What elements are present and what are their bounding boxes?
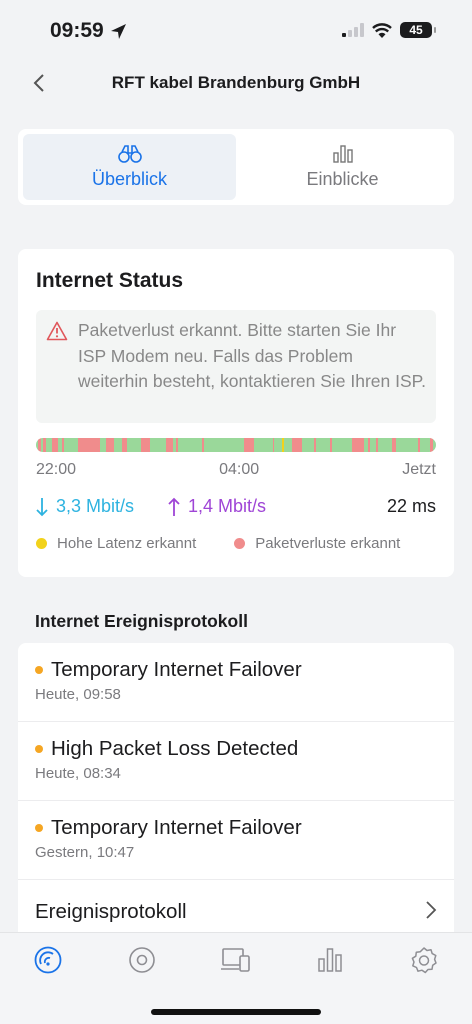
timeline-mid-label: 04:00 (219, 461, 260, 478)
packet-loss-marker (38, 438, 41, 452)
tab-internet[interactable] (26, 943, 70, 977)
legend-high-latency: Hohe Latenz erkannt (36, 535, 196, 552)
status-bar: 09:59 45 (0, 0, 472, 60)
internet-status-card: Internet Status Paketverlust erkannt. Bi… (18, 249, 454, 577)
event-status-dot (35, 666, 43, 674)
upload-speed: 1,4 Mbit/s (168, 496, 266, 517)
packet-loss-marker (314, 438, 316, 452)
settings-icon (411, 947, 437, 974)
tab-insights[interactable]: Einblicke (236, 134, 449, 200)
page-title: RFT kabel Brandenburg GmbH (111, 73, 361, 92)
event-item[interactable]: High Packet Loss Detected Heute, 08:34 (18, 722, 454, 801)
packet-loss-marker (106, 438, 114, 452)
event-time: Heute, 09:58 (35, 686, 121, 703)
tab-settings[interactable] (402, 943, 446, 977)
radar-icon (129, 947, 155, 973)
packet-loss-marker (176, 438, 178, 452)
packet-loss-marker (272, 438, 275, 452)
download-speed-value: 3,3 Mbit/s (56, 496, 135, 516)
packet-loss-dot (234, 538, 246, 549)
packet-loss-marker (352, 438, 364, 452)
timeline-end-label: Jetzt (402, 461, 436, 478)
latency-marker (281, 438, 284, 452)
event-item[interactable]: Temporary Internet Failover Heute, 09:58 (18, 643, 454, 722)
wifi-icon (372, 22, 392, 38)
internet-icon (34, 946, 62, 974)
arrow-down-icon (36, 497, 48, 516)
warning-icon (46, 321, 68, 341)
event-time: Heute, 08:34 (35, 765, 121, 782)
event-log-title: Internet Ereignisprotokoll (35, 611, 248, 631)
insights-icon (318, 948, 342, 972)
event-status-dot (35, 824, 43, 832)
legend-high-latency-label: Hohe Latenz erkannt (57, 535, 197, 552)
packet-loss-marker (43, 438, 46, 452)
tab-insights-label: Einblicke (306, 168, 379, 189)
latency-dot (36, 538, 47, 549)
legend-packet-loss: Paketverluste erkannt (234, 535, 400, 552)
event-time: Gestern, 10:47 (35, 844, 135, 861)
timeline-start-label: 22:00 (36, 461, 77, 478)
tab-overview-label: Überblick (91, 168, 168, 189)
bar-chart-icon (332, 144, 353, 163)
tab-devices[interactable] (214, 943, 258, 977)
packet-loss-marker (122, 438, 127, 452)
download-speed: 3,3 Mbit/s (36, 496, 134, 517)
arrow-up-icon (168, 497, 180, 516)
binoculars-icon (117, 144, 142, 163)
cellular-signal-icon (342, 23, 364, 37)
event-title: High Packet Loss Detected (51, 737, 299, 760)
packet-loss-marker (292, 438, 302, 452)
tab-radar[interactable] (120, 943, 164, 977)
latency-value: 22 ms (386, 496, 436, 516)
view-switcher: Überblick Einblicke (18, 129, 454, 205)
packet-loss-marker (392, 438, 396, 452)
event-item[interactable]: Temporary Internet Failover Gestern, 10:… (18, 801, 454, 880)
chevron-right-icon (426, 901, 437, 919)
tab-overview[interactable]: Überblick (23, 134, 236, 200)
event-title: Temporary Internet Failover (51, 658, 302, 681)
packet-loss-marker (140, 438, 151, 452)
upload-speed-value: 1,4 Mbit/s (188, 496, 267, 516)
packet-loss-alert: Paketverlust erkannt. Bitte starten Sie … (36, 310, 436, 423)
connection-timeline (36, 438, 436, 452)
event-title: Temporary Internet Failover (51, 816, 302, 839)
packet-loss-marker (330, 438, 332, 452)
nav-bar: RFT kabel Brandenburg GmbH (0, 60, 472, 106)
tab-insights-bottom[interactable] (308, 943, 352, 977)
home-indicator (151, 1009, 321, 1015)
packet-loss-marker (202, 438, 205, 452)
packet-loss-marker (62, 438, 64, 452)
alert-text: Paketverlust erkannt. Bitte starten Sie … (78, 320, 426, 391)
location-arrow-icon (110, 23, 126, 39)
event-log-card: Temporary Internet Failover Heute, 09:58… (18, 643, 454, 943)
packet-loss-marker (244, 438, 255, 452)
legend-packet-loss-label: Paketverluste erkannt (255, 535, 401, 552)
packet-loss-marker (368, 438, 370, 452)
packet-loss-marker (418, 438, 421, 452)
packet-loss-marker (376, 438, 379, 452)
status-time: 09:59 (50, 19, 104, 42)
packet-loss-marker (166, 438, 174, 452)
packet-loss-marker (78, 438, 100, 452)
battery-icon: 45 (400, 22, 436, 38)
event-log-link-label: Ereignisprotokoll (35, 900, 187, 923)
devices-icon (221, 948, 250, 972)
internet-status-title: Internet Status (36, 269, 184, 292)
packet-loss-marker (52, 438, 58, 452)
event-status-dot (35, 745, 43, 753)
packet-loss-marker (430, 438, 434, 452)
